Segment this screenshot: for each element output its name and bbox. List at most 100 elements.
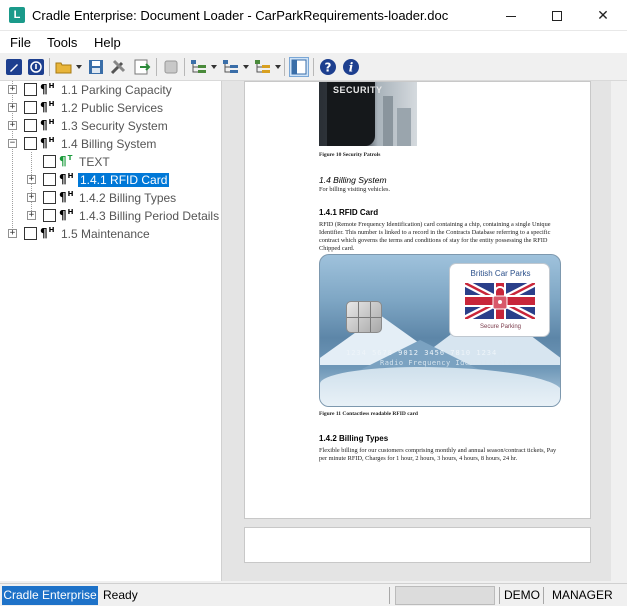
title-bar: L Cradle Enterprise: Document Loader - C… [0,0,627,31]
tree-item-label: 1.3 Security System [61,119,168,133]
tree-item[interactable]: ¶T TEXT [0,153,221,171]
info-icon [28,59,44,75]
info-button[interactable] [26,57,46,77]
close-icon: ✕ [597,7,609,23]
menu-file[interactable]: File [10,35,31,50]
tree-checkbox[interactable] [43,173,56,186]
heading-marker-icon: ¶H [40,100,55,114]
tree-checkbox[interactable] [24,227,37,240]
tree-collapse-icon [223,60,238,73]
menu-tools[interactable]: Tools [47,35,77,50]
maximize-button[interactable] [534,0,580,31]
tools-button[interactable] [108,57,128,77]
tree-item[interactable]: + ¶H 1.5 Maintenance [0,225,221,243]
document-preview-pane[interactable]: SECURITY Figure 10 Security Patrols 1.4 … [222,81,627,581]
stop-button[interactable] [161,57,181,77]
tree-item-selected[interactable]: + ¶H 1.4.1 RFID Card [0,171,221,189]
heading-marker-icon: ¶H [40,226,55,240]
expand-toggle-icon[interactable]: + [27,211,36,220]
card-chip-icon [346,301,382,333]
minimize-icon [506,15,516,17]
tree-collapse-dropdown-arrow[interactable] [243,65,249,69]
panel-toggle-icon [291,59,307,75]
save-icon [89,60,103,74]
card-number: 1234 5678 9012 3456 7810 1234 [346,349,498,357]
document-page [244,527,591,563]
expand-toggle-icon[interactable]: + [27,175,36,184]
edit-button[interactable] [4,57,24,77]
expand-toggle-icon[interactable]: + [8,85,17,94]
toolbar-separator [49,58,50,76]
status-state: Ready [103,588,138,602]
tree-item[interactable]: − ¶H 1.4 Billing System [0,135,221,153]
tree-options-icon [255,60,270,73]
tree-options-dropdown-arrow[interactable] [275,65,281,69]
tree-collapse-button[interactable] [221,57,241,77]
structure-tree: + ¶H 1.1 Parking Capacity + ¶H 1.2 Publi… [0,81,222,581]
tree-item[interactable]: + ¶H 1.2 Public Services [0,99,221,117]
tree-expand-dropdown-arrow[interactable] [211,65,217,69]
edit-icon [6,59,22,75]
status-separator [543,587,544,604]
tree-item[interactable]: + ¶H 1.4.2 Billing Types [0,189,221,207]
about-button[interactable]: i [341,57,361,77]
tree-item[interactable]: + ¶H 1.3 Security System [0,117,221,135]
heading-marker-icon: ¶H [59,190,74,204]
panel-toggle-button[interactable] [289,57,309,77]
maximize-icon [552,11,562,22]
svg-text:?: ? [325,61,332,75]
tree-item[interactable]: + ¶H 1.1 Parking Capacity [0,81,221,99]
toolbar-separator [313,58,314,76]
help-button[interactable]: ? [318,57,338,77]
tree-expand-button[interactable] [189,57,209,77]
status-mode: DEMO [504,588,540,602]
status-role: MANAGER [552,588,613,602]
export-button[interactable] [132,57,152,77]
minimize-button[interactable] [488,0,534,31]
tree-checkbox[interactable] [24,137,37,150]
section-heading: 1.4.1 RFID Card [319,208,379,217]
union-flag-lock-icon [465,283,535,319]
figure-caption: Figure 11 Contactless readable RFID card [319,411,418,417]
toolbar-separator [284,58,285,76]
expand-toggle-icon[interactable]: + [27,193,36,202]
status-progress-field [395,586,495,605]
toolbar-separator [156,58,157,76]
tree-checkbox[interactable] [24,101,37,114]
close-button[interactable]: ✕ [580,0,626,31]
tree-checkbox[interactable] [24,83,37,96]
collapse-toggle-icon[interactable]: − [8,139,17,148]
tree-expand-icon [191,60,206,73]
menu-help[interactable]: Help [94,35,121,50]
tree-checkbox[interactable] [43,209,56,222]
window-title: Cradle Enterprise: Document Loader - Car… [32,8,449,23]
save-button[interactable] [86,57,106,77]
tree-checkbox[interactable] [43,191,56,204]
tree-checkbox[interactable] [24,119,37,132]
expand-toggle-icon[interactable]: + [8,229,17,238]
status-bar: Cradle Enterprise Ready DEMO MANAGER [0,583,627,606]
app-icon: L [9,7,25,23]
heading-marker-icon: ¶H [59,208,74,222]
tree-options-button[interactable] [253,57,273,77]
heading-marker-icon: ¶H [40,82,55,96]
toolbar: ? i [0,53,627,81]
expand-toggle-icon[interactable]: + [8,121,17,130]
tree-item[interactable]: + ¶H 1.4.3 Billing Period Details [0,207,221,225]
status-separator [499,587,500,604]
open-dropdown-arrow[interactable] [76,65,82,69]
tree-item-label: 1.4.3 Billing Period Details [79,209,220,223]
tree-checkbox[interactable] [43,155,56,168]
stop-icon [164,60,178,74]
expand-toggle-icon[interactable]: + [8,103,17,112]
section-body: RFID (Remote Frequency Identification) c… [319,221,551,252]
tree-item-label: 1.5 Maintenance [61,227,150,241]
help-icon: ? [320,59,336,75]
tree-item-label: 1.4 Billing System [61,137,157,151]
open-button[interactable] [54,57,74,77]
section-body: For billing visiting vehicles. [319,186,391,193]
vertical-scrollbar[interactable] [611,81,627,581]
status-brand: Cradle Enterprise [2,586,98,605]
tree-item-label: 1.4.2 Billing Types [79,191,177,205]
svg-text:i: i [349,61,354,75]
